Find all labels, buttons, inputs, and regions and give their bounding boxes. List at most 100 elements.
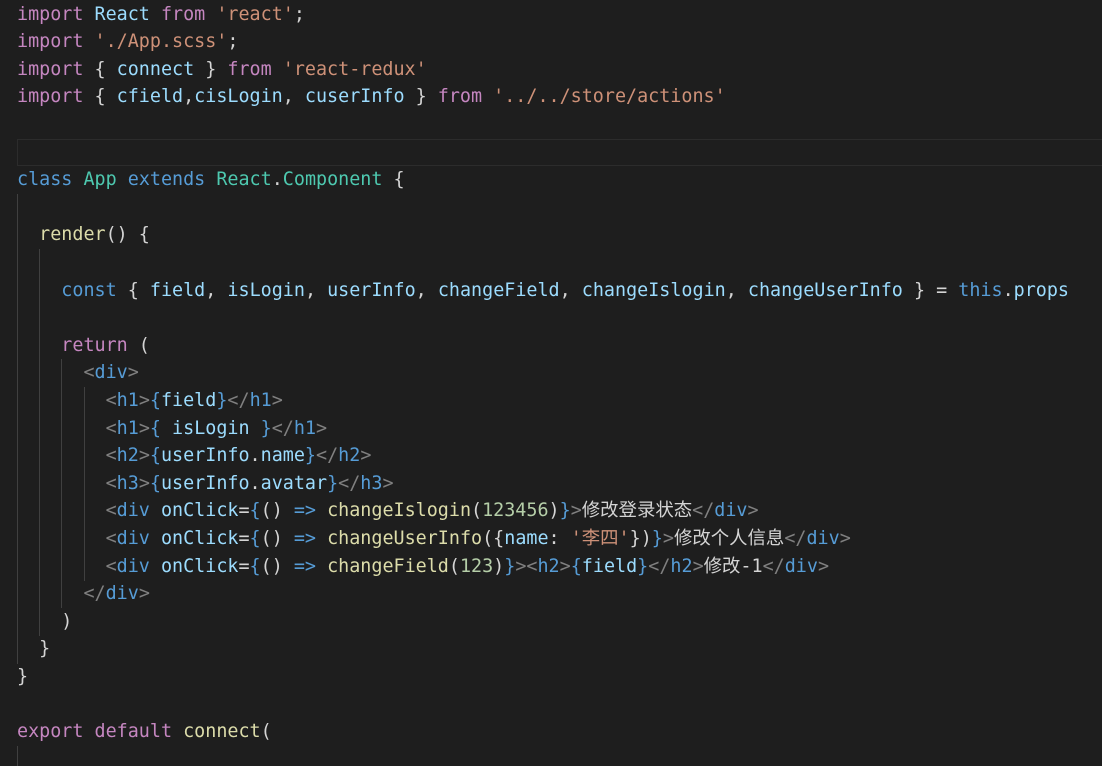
- code-token: field: [581, 555, 638, 577]
- code-token: .: [1002, 279, 1014, 301]
- code-line[interactable]: <div>: [17, 359, 139, 387]
- code-token: }: [260, 417, 272, 439]
- code-token: .: [271, 169, 283, 191]
- code-line[interactable]: const { field, isLogin, userInfo, change…: [17, 277, 1069, 305]
- code-token: from: [160, 3, 206, 25]
- code-token: .: [249, 472, 261, 494]
- code-token: div: [784, 555, 818, 577]
- code-token: >: [692, 555, 704, 577]
- code-line[interactable]: <h2>{userInfo.name}</h2>: [17, 442, 372, 470]
- code-token: div: [714, 500, 748, 522]
- code-token: onClick: [160, 555, 239, 577]
- code-token: userInfo: [160, 445, 250, 467]
- code-line[interactable]: import React from 'react';: [17, 1, 305, 29]
- code-token: h1: [116, 417, 139, 439]
- code-line[interactable]: render() {: [17, 221, 150, 249]
- code-line[interactable]: class App extends React.Component {: [17, 166, 405, 194]
- code-token: userInfo: [160, 472, 250, 494]
- code-token: React: [216, 169, 272, 191]
- code-token: (): [260, 500, 294, 522]
- code-token: }: [304, 445, 316, 467]
- code-token: <: [105, 445, 117, 467]
- code-token: Component: [282, 169, 383, 191]
- code-line[interactable]: import { connect } from 'react-redux': [17, 56, 427, 84]
- code-token: '李四': [570, 527, 630, 549]
- code-line[interactable]: <h3>{userInfo.avatar}</h3>: [17, 470, 394, 498]
- code-token: >: [138, 583, 150, 605]
- code-token: changeField: [327, 555, 449, 577]
- code-token: ,: [205, 279, 228, 301]
- code-token: ({: [482, 527, 505, 549]
- code-line[interactable]: <h1>{ isLogin }</h1>: [17, 415, 328, 443]
- code-token: import: [17, 3, 84, 25]
- current-line-highlight: [17, 139, 1102, 166]
- code-token: h2: [116, 445, 139, 467]
- code-line[interactable]: <div onClick={() => changeUserInfo({name…: [17, 525, 851, 553]
- code-line[interactable]: import { cfield,cisLogin, cuserInfo } fr…: [17, 83, 726, 111]
- code-token: >: [839, 527, 851, 549]
- code-token: field: [160, 389, 217, 411]
- code-token: </: [338, 472, 361, 494]
- code-line[interactable]: ): [17, 608, 72, 636]
- code-line[interactable]: export default connect(: [17, 718, 272, 746]
- code-token: >: [570, 500, 582, 522]
- code-token: h3: [360, 472, 383, 494]
- code-token: this: [958, 279, 1003, 301]
- code-token: '../../store/actions': [493, 86, 726, 108]
- code-line[interactable]: import './App.scss';: [17, 28, 238, 56]
- code-token: 'react-redux': [282, 58, 427, 80]
- code-token: ,: [415, 279, 438, 301]
- code-token: (): [260, 555, 294, 577]
- code-token: class: [17, 169, 73, 191]
- code-line[interactable]: </div>: [17, 580, 150, 608]
- code-token: >: [138, 417, 150, 439]
- code-token: props: [1013, 279, 1070, 301]
- code-token: import: [17, 86, 84, 108]
- code-token: h2: [537, 555, 560, 577]
- code-line[interactable]: }: [17, 663, 28, 691]
- code-token: h1: [293, 417, 317, 439]
- code-token: h1: [249, 389, 272, 411]
- code-token: {: [116, 279, 150, 301]
- code-line[interactable]: <div onClick={() => changeIslogin(123456…: [17, 497, 759, 525]
- code-token: >: [127, 362, 139, 384]
- code-token: changeUserInfo: [747, 279, 903, 301]
- code-token: extends: [127, 169, 206, 191]
- code-editor[interactable]: import React from 'react'; import './App.…: [0, 0, 1102, 766]
- code-token: >: [360, 445, 372, 467]
- code-token: >: [138, 445, 150, 467]
- code-token: div: [806, 527, 840, 549]
- code-line[interactable]: }: [17, 635, 50, 663]
- code-token: <: [105, 527, 117, 549]
- code-token: }: [194, 58, 228, 80]
- code-token: 'react': [216, 3, 294, 25]
- code-token: () {: [105, 224, 150, 246]
- code-line[interactable]: return (: [17, 332, 150, 360]
- code-token: 123: [459, 555, 494, 577]
- code-token: }: [504, 555, 516, 577]
- code-token: from: [437, 86, 483, 108]
- code-line[interactable]: <div onClick={() => changeField(123)}><h…: [17, 553, 829, 581]
- code-token: isLogin: [227, 279, 305, 301]
- code-token: onClick: [160, 527, 239, 549]
- code-token: }: [17, 665, 29, 687]
- code-token: './App.scss': [94, 31, 228, 53]
- code-token: <: [105, 417, 117, 439]
- code-line[interactable]: <h1>{field}</h1>: [17, 387, 283, 415]
- code-token: div: [116, 500, 150, 522]
- code-token: }: [559, 500, 571, 522]
- code-token: {: [249, 555, 261, 577]
